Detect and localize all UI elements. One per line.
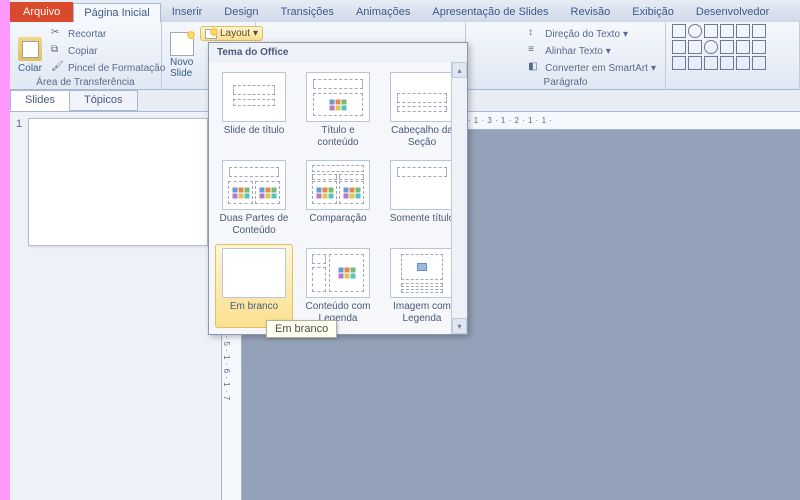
slide-thumbnail[interactable]: [28, 118, 208, 246]
panel-scrollbar[interactable]: ▴ ▾: [451, 62, 467, 334]
scissors-icon: ✂: [51, 27, 65, 41]
align-text-icon: ≡: [528, 44, 542, 58]
group-clipboard: Colar ✂Recortar ⧉Copiar 🖌Pincel de Forma…: [10, 22, 162, 89]
cut-button[interactable]: ✂Recortar: [48, 26, 168, 42]
layout-dropdown: Tema do Office Slide de título Título e …: [208, 42, 468, 335]
align-text-button[interactable]: ≡Alinhar Texto▾: [525, 43, 659, 59]
layout-thumb: [222, 72, 286, 122]
paste-label: Colar: [18, 63, 42, 74]
tab-view[interactable]: Exibição: [621, 2, 685, 22]
tab-outline-pane[interactable]: Tópicos: [69, 90, 138, 111]
slide-number: 1: [16, 118, 22, 246]
tab-design[interactable]: Design: [213, 2, 269, 22]
group-drawing: [666, 22, 800, 89]
text-direction-icon: ↕: [528, 27, 542, 41]
tab-animations[interactable]: Animações: [345, 2, 421, 22]
layout-comparison[interactable]: Comparação: [299, 156, 377, 240]
tab-review[interactable]: Revisão: [560, 2, 622, 22]
layout-header: Tema do Office: [209, 43, 467, 62]
layout-icon: [205, 29, 217, 39]
layout-two-content[interactable]: Duas Partes de Conteúdo: [215, 156, 293, 240]
layout-button[interactable]: Layout ▾: [200, 26, 263, 41]
new-slide-icon: [170, 32, 194, 56]
layout-section-header[interactable]: Cabeçalho da Seção: [383, 68, 461, 152]
ribbon-tabs: Arquivo Página Inicial Inserir Design Tr…: [10, 0, 800, 22]
layout-title-content[interactable]: Título e conteúdo: [299, 68, 377, 152]
layout-blank[interactable]: Em branco: [215, 244, 293, 328]
text-direction-button[interactable]: ↕Direção do Texto▾: [525, 26, 659, 42]
scroll-up-icon[interactable]: ▴: [452, 62, 467, 78]
convert-smartart-button[interactable]: ◧Converter em SmartArt▾: [525, 60, 659, 76]
thumb-row[interactable]: 1: [16, 118, 215, 246]
group-title: Área de Transferência: [10, 77, 161, 88]
copy-button[interactable]: ⧉Copiar: [48, 43, 168, 59]
chevron-down-icon: ▾: [623, 29, 628, 40]
chevron-down-icon: ▾: [606, 46, 611, 57]
scroll-down-icon[interactable]: ▾: [452, 318, 467, 334]
tab-slides-pane[interactable]: Slides: [10, 90, 70, 111]
tab-developer[interactable]: Desenvolvedor: [685, 2, 780, 22]
layout-content-caption[interactable]: Conteúdo com Legenda: [299, 244, 377, 328]
tooltip: Em branco: [266, 320, 337, 338]
layout-title-slide[interactable]: Slide de título: [215, 68, 293, 152]
layout-title-only[interactable]: Somente título: [383, 156, 461, 240]
paste-icon: [18, 37, 42, 61]
brush-icon: 🖌: [51, 61, 65, 75]
tab-file[interactable]: Arquivo: [10, 2, 73, 22]
new-slide-button[interactable]: Novo Slide: [168, 24, 196, 87]
group-title: Parágrafo: [466, 77, 665, 88]
tab-home[interactable]: Página Inicial: [73, 3, 160, 22]
chevron-down-icon: ▾: [651, 63, 656, 74]
thumbnail-pane: 1: [10, 112, 222, 500]
format-painter-button[interactable]: 🖌Pincel de Formatação: [48, 60, 168, 76]
group-paragraph: ↕Direção do Texto▾ ≡Alinhar Texto▾ ◧Conv…: [466, 22, 666, 89]
smartart-icon: ◧: [528, 61, 542, 75]
layout-picture-caption[interactable]: Imagem com Legenda: [383, 244, 461, 328]
layout-grid: Slide de título Título e conteúdo Cabeça…: [209, 62, 467, 334]
powerpoint-window: Arquivo Página Inicial Inserir Design Tr…: [10, 0, 800, 500]
tab-insert[interactable]: Inserir: [161, 2, 214, 22]
shapes-gallery[interactable]: [672, 24, 766, 87]
copy-icon: ⧉: [51, 44, 65, 58]
tab-slideshow[interactable]: Apresentação de Slides: [421, 2, 559, 22]
new-slide-label: Novo Slide: [170, 58, 194, 79]
tab-transitions[interactable]: Transições: [270, 2, 345, 22]
